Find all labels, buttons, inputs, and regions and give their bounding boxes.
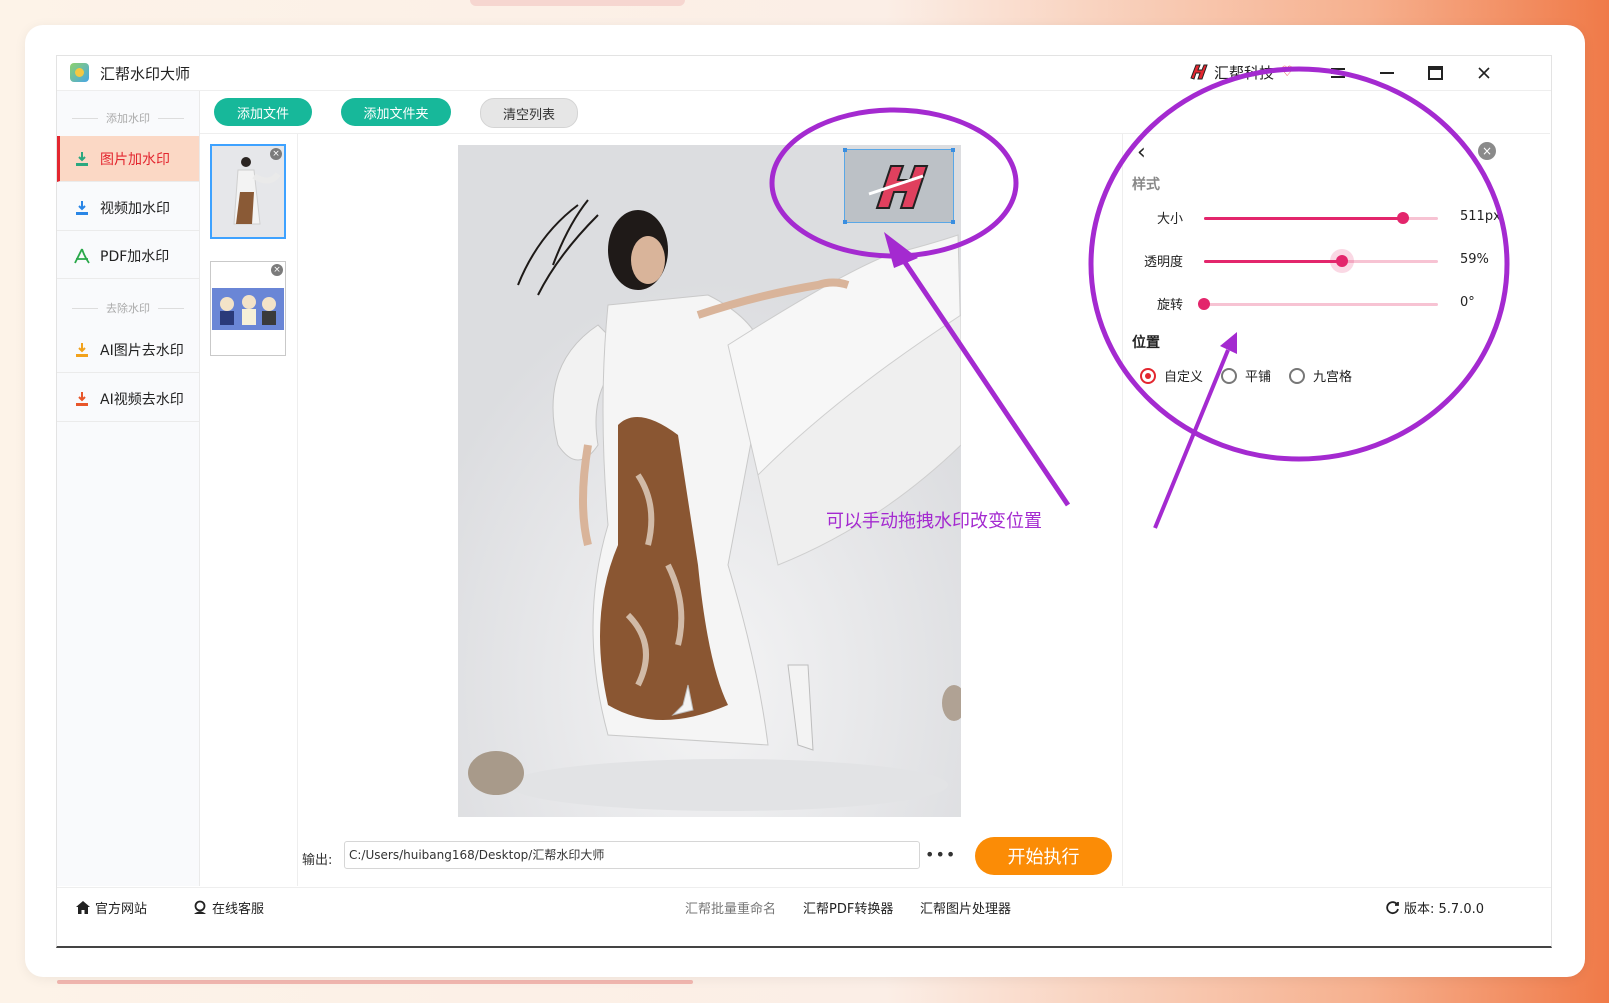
- rotation-slider-row: 旋转 0°: [1123, 294, 1551, 314]
- remove-thumbnail-icon[interactable]: ×: [271, 264, 283, 276]
- start-button[interactable]: 开始执行: [975, 837, 1112, 875]
- refresh-icon: [1386, 901, 1399, 915]
- sidebar-item-label: 图片加水印: [100, 151, 170, 168]
- image-preview: [458, 145, 961, 817]
- brand-name: 汇帮科技: [1214, 63, 1275, 82]
- menu-icon: [1331, 68, 1345, 78]
- add-file-button[interactable]: 添加文件: [214, 98, 312, 126]
- style-heading: 样式: [1132, 177, 1160, 193]
- size-slider[interactable]: [1204, 212, 1438, 224]
- support-icon: [194, 900, 206, 914]
- app-logo-icon: [70, 63, 89, 82]
- image-processor-link[interactable]: 汇帮图片处理器: [920, 898, 1011, 917]
- remove-thumbnail-icon[interactable]: ×: [270, 148, 282, 160]
- slider-knob[interactable]: [1336, 255, 1349, 267]
- rotation-slider[interactable]: [1198, 298, 1438, 310]
- size-label: 大小: [1156, 212, 1183, 227]
- sidebar-item-image-watermark[interactable]: 图片加水印: [57, 136, 199, 182]
- heart-icon: ♡: [1281, 64, 1294, 80]
- sidebar-item-label: PDF加水印: [100, 248, 170, 265]
- resize-handle[interactable]: [843, 148, 847, 152]
- thumbnail-item[interactable]: ×: [210, 261, 286, 356]
- sidebar-item-pdf-watermark[interactable]: PDF加水印: [57, 233, 199, 279]
- radio-dot-icon: [1289, 367, 1306, 384]
- thumbnail-image: [211, 262, 285, 355]
- footer: 官方网站 在线客服 汇帮批量重命名 汇帮PDF转换器 汇帮图片处理器 版本: 5…: [57, 887, 1551, 924]
- rotation-value: 0°: [1460, 295, 1475, 310]
- ai-video-remove-icon: [73, 390, 91, 408]
- radio-tile[interactable]: 平铺: [1221, 366, 1271, 385]
- image-watermark-icon: [73, 150, 91, 168]
- radio-dot-icon: [1140, 367, 1156, 384]
- maximize-icon: [1427, 66, 1443, 80]
- opacity-value: 59%: [1460, 252, 1489, 267]
- online-support-link[interactable]: 在线客服: [192, 898, 264, 917]
- output-label: 输出:: [302, 853, 333, 868]
- minimize-icon: [1380, 72, 1394, 74]
- sidebar-item-ai-image-remove[interactable]: AI图片去水印: [57, 327, 199, 373]
- watermark-overlay[interactable]: [843, 148, 955, 224]
- close-panel-icon[interactable]: ×: [1478, 142, 1496, 160]
- sidebar-item-ai-video-remove[interactable]: AI视频去水印: [57, 376, 199, 422]
- minimize-button[interactable]: [1373, 59, 1401, 87]
- watermark-settings-panel: ‹ × 样式 大小 511px 透明度 59% 旋转 0° 位置 自定义 平铺 …: [1122, 134, 1551, 886]
- annotation-text: 可以手动拖拽水印改变位置: [826, 511, 1042, 532]
- resize-handle[interactable]: [843, 220, 847, 224]
- add-folder-button[interactable]: 添加文件夹: [341, 98, 451, 126]
- sidebar-section-remove: 去除水印: [57, 301, 199, 315]
- file-thumbnail-list: × ×: [200, 134, 298, 886]
- radio-custom[interactable]: 自定义: [1140, 366, 1203, 385]
- home-icon: [76, 901, 90, 914]
- app-title: 汇帮水印大师: [100, 65, 191, 83]
- slider-knob[interactable]: [1198, 298, 1210, 310]
- close-button[interactable]: [1470, 59, 1498, 87]
- position-radio-group: 自定义 平铺 九宫格: [1140, 366, 1352, 385]
- sidebar-item-label: 视频加水印: [100, 200, 170, 217]
- background-decoration: [470, 0, 685, 6]
- brand: 汇帮科技 ♡: [1187, 61, 1294, 83]
- opacity-slider-row: 透明度 59%: [1123, 251, 1551, 271]
- radio-dot-icon: [1221, 367, 1238, 384]
- pdf-converter-link[interactable]: 汇帮PDF转换器: [803, 898, 893, 917]
- radio-nine-grid[interactable]: 九宫格: [1289, 366, 1352, 385]
- sidebar: 添加水印 图片加水印 视频加水印 PDF加水印 去除水印 AI图片去水印 AI视…: [57, 91, 200, 886]
- close-icon: [1478, 67, 1490, 79]
- official-website-link[interactable]: 官方网站: [75, 898, 147, 917]
- resize-handle[interactable]: [951, 220, 955, 224]
- output-path-field[interactable]: C:/Users/huibang168/Desktop/汇帮水印大师: [344, 841, 920, 869]
- slider-knob[interactable]: [1396, 212, 1409, 224]
- opacity-label: 透明度: [1143, 255, 1183, 270]
- sidebar-section-add: 添加水印: [57, 111, 199, 125]
- toolbar: 添加文件 添加文件夹 清空列表: [200, 91, 1550, 134]
- slider-fill: [1204, 260, 1343, 263]
- background-decoration-bar: [57, 980, 693, 984]
- resize-handle[interactable]: [951, 148, 955, 152]
- sidebar-item-label: AI图片去水印: [100, 342, 184, 359]
- maximize-button[interactable]: [1421, 59, 1449, 87]
- brand-logo-icon: [1190, 64, 1208, 80]
- ai-image-remove-icon: [73, 341, 91, 359]
- app-window: 汇帮水印大师 汇帮科技 ♡ 添加水印 图片加水印 视频加水印 PDF加水印 去除…: [56, 55, 1552, 948]
- sidebar-item-video-watermark[interactable]: 视频加水印: [57, 185, 199, 231]
- position-heading: 位置: [1132, 335, 1160, 351]
- size-slider-row: 大小 511px: [1123, 208, 1551, 228]
- rotation-label: 旋转: [1156, 298, 1183, 313]
- sidebar-item-label: AI视频去水印: [100, 391, 184, 408]
- size-value: 511px: [1460, 209, 1501, 224]
- version-info[interactable]: 版本: 5.7.0.0: [1385, 898, 1484, 917]
- video-watermark-icon: [73, 199, 91, 217]
- thumbnail-item[interactable]: ×: [210, 144, 286, 239]
- rename-tool-link[interactable]: 汇帮批量重命名: [685, 898, 776, 917]
- title-bar: 汇帮水印大师 汇帮科技 ♡: [57, 56, 1551, 91]
- preview-photo: [458, 145, 961, 817]
- pdf-icon: [73, 247, 91, 265]
- back-icon[interactable]: ‹: [1137, 140, 1146, 165]
- browse-more-button[interactable]: •••: [925, 845, 956, 864]
- watermark-logo-icon: [868, 165, 929, 209]
- clear-list-button[interactable]: 清空列表: [480, 98, 578, 128]
- menu-button[interactable]: [1324, 59, 1352, 87]
- opacity-slider[interactable]: [1204, 255, 1438, 267]
- slider-fill: [1204, 217, 1403, 220]
